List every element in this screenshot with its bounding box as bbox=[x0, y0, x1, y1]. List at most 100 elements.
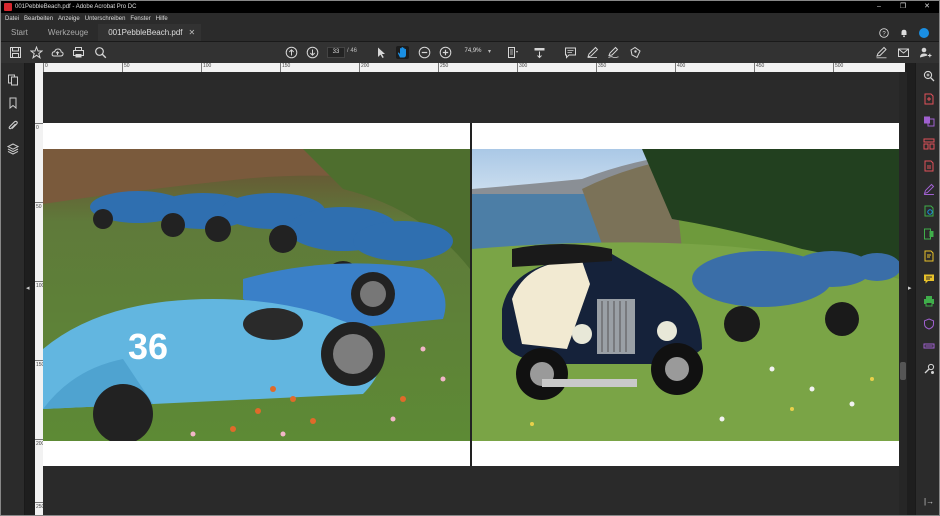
ruler-label: 350 bbox=[598, 63, 607, 69]
document-view[interactable]: 36 bbox=[43, 72, 899, 515]
arrow-up-circle-icon[interactable] bbox=[285, 46, 298, 59]
tab-bar: Start Werkzeuge 001PebbleBeach.pdf ✕ ? bbox=[1, 24, 939, 42]
ruler-label: 250 bbox=[440, 63, 449, 69]
acrobat-window: 001PebbleBeach.pdf - Adobe Acrobat Pro D… bbox=[0, 0, 940, 516]
zoom-tool-icon[interactable] bbox=[923, 70, 935, 82]
redact-icon[interactable] bbox=[923, 340, 935, 352]
vintage-race-cars-photo: 36 bbox=[43, 149, 470, 441]
tab-bar-right: ? bbox=[879, 24, 939, 42]
zoom-level-field[interactable]: 74,9% bbox=[459, 48, 487, 54]
print-production-icon[interactable] bbox=[923, 295, 935, 307]
page-fit-icon[interactable] bbox=[506, 46, 519, 59]
current-page-input[interactable]: 33 bbox=[327, 47, 345, 58]
print-icon[interactable] bbox=[72, 46, 85, 59]
menu-fenster[interactable]: Fenster bbox=[130, 16, 150, 22]
protect-icon[interactable] bbox=[923, 318, 935, 330]
account-icon[interactable] bbox=[919, 28, 929, 38]
help-icon[interactable]: ? bbox=[879, 28, 889, 38]
tab-werkzeuge[interactable]: Werkzeuge bbox=[38, 24, 98, 41]
ruler-label: 150 bbox=[282, 63, 291, 69]
scan-ocr-icon[interactable] bbox=[923, 205, 935, 217]
stamp-icon[interactable] bbox=[629, 46, 642, 59]
search-icon[interactable] bbox=[94, 46, 107, 59]
save-icon[interactable] bbox=[9, 46, 22, 59]
tab-document-label: 001PebbleBeach.pdf bbox=[108, 28, 183, 37]
maximize-button[interactable]: ❐ bbox=[891, 1, 915, 13]
ruler-label: 0 bbox=[36, 125, 39, 131]
close-window-button[interactable]: ✕ bbox=[915, 1, 939, 13]
tools-pane: |→ bbox=[915, 63, 939, 515]
menu-hilfe[interactable]: Hilfe bbox=[156, 16, 168, 22]
attachment-icon[interactable] bbox=[7, 120, 19, 132]
rich-media-icon[interactable] bbox=[923, 228, 935, 240]
ruler-label: 300 bbox=[519, 63, 528, 69]
cursor-arrow-icon[interactable] bbox=[375, 46, 388, 59]
ruler-label: 250 bbox=[36, 504, 43, 510]
tab-close-icon[interactable]: ✕ bbox=[189, 28, 196, 37]
left-navigation-pane bbox=[1, 63, 25, 515]
ruler-label: 200 bbox=[361, 63, 370, 69]
zoom-out-icon[interactable] bbox=[418, 46, 431, 59]
scrollbar-thumb[interactable] bbox=[900, 362, 906, 380]
comment-icon[interactable] bbox=[564, 46, 577, 59]
tab-document[interactable]: 001PebbleBeach.pdf ✕ bbox=[98, 24, 202, 41]
menu-bearbeiten[interactable]: Bearbeiten bbox=[24, 16, 53, 22]
ruler-label: 50 bbox=[36, 204, 42, 210]
bugatti-coastline-photo bbox=[472, 149, 899, 441]
vertical-ruler: 0 50 100 150 200 250 bbox=[35, 72, 43, 515]
create-pdf-icon[interactable] bbox=[923, 93, 935, 105]
export-pdf-icon[interactable] bbox=[923, 160, 935, 172]
main-toolbar: 33 / 46 74,9% ▾ bbox=[1, 42, 939, 63]
zoom-in-icon[interactable] bbox=[439, 46, 452, 59]
sign-icon[interactable] bbox=[607, 46, 620, 59]
menu-datei[interactable]: Datei bbox=[5, 16, 19, 22]
organize-pages-icon[interactable] bbox=[923, 138, 935, 150]
page-total: / 46 bbox=[347, 48, 358, 54]
pdf-page-left: 36 bbox=[43, 123, 470, 466]
bookmarks-icon[interactable] bbox=[7, 97, 19, 109]
mail-icon[interactable] bbox=[897, 46, 910, 59]
scroll-mode-icon[interactable] bbox=[533, 46, 546, 59]
arrow-down-circle-icon[interactable] bbox=[306, 46, 319, 59]
ruler-label: 150 bbox=[36, 362, 43, 368]
menu-anzeige[interactable]: Anzeige bbox=[58, 16, 80, 22]
ruler-label: 100 bbox=[36, 283, 43, 289]
ruler-label: 0 bbox=[45, 63, 48, 69]
menu-bar: Datei Bearbeiten Anzeige Unterschreiben … bbox=[1, 13, 939, 24]
comment-tool-icon[interactable] bbox=[923, 273, 935, 285]
collapse-left-pane-icon[interactable]: ◂ bbox=[26, 284, 30, 292]
svg-text:?: ? bbox=[882, 31, 886, 37]
ruler-label: 200 bbox=[36, 441, 43, 447]
vertical-scrollbar[interactable] bbox=[899, 72, 907, 515]
page-thumbnails-icon[interactable] bbox=[7, 74, 19, 86]
svg-text:36: 36 bbox=[128, 326, 168, 367]
tab-start[interactable]: Start bbox=[1, 24, 38, 41]
cloud-upload-icon[interactable] bbox=[51, 46, 64, 59]
star-icon[interactable] bbox=[30, 46, 43, 59]
window-controls: – ❐ ✕ bbox=[867, 1, 939, 13]
ruler-label: 450 bbox=[756, 63, 765, 69]
zoom-dropdown-icon[interactable]: ▾ bbox=[488, 48, 491, 55]
expand-right-pane-icon[interactable]: ▸ bbox=[908, 284, 912, 292]
bell-icon[interactable] bbox=[899, 28, 909, 38]
hand-icon[interactable] bbox=[396, 46, 409, 59]
minimize-button[interactable]: – bbox=[867, 1, 891, 13]
pdf-page-right bbox=[472, 123, 899, 466]
ruler-label: 50 bbox=[124, 63, 130, 69]
ruler-corner bbox=[35, 63, 43, 72]
fill-sign-icon[interactable] bbox=[875, 46, 888, 59]
more-tools-icon[interactable] bbox=[923, 363, 935, 375]
layers-icon[interactable] bbox=[7, 143, 19, 155]
pen-icon[interactable] bbox=[586, 46, 599, 59]
ruler-label: 500 bbox=[835, 63, 844, 69]
acrobat-app-icon bbox=[4, 3, 12, 11]
edit-pdf-icon[interactable] bbox=[923, 183, 935, 195]
horizontal-ruler: 0 50 100 150 200 250 300 350 400 450 500 bbox=[35, 63, 905, 72]
share-user-icon[interactable] bbox=[919, 46, 932, 59]
ruler-label: 400 bbox=[677, 63, 686, 69]
collapse-tools-pane-icon[interactable]: |→ bbox=[924, 497, 934, 506]
menu-unterschreiben[interactable]: Unterschreiben bbox=[85, 16, 126, 22]
window-title: 001PebbleBeach.pdf - Adobe Acrobat Pro D… bbox=[15, 4, 137, 10]
combine-files-icon[interactable] bbox=[923, 115, 935, 127]
send-for-comments-icon[interactable] bbox=[923, 250, 935, 262]
